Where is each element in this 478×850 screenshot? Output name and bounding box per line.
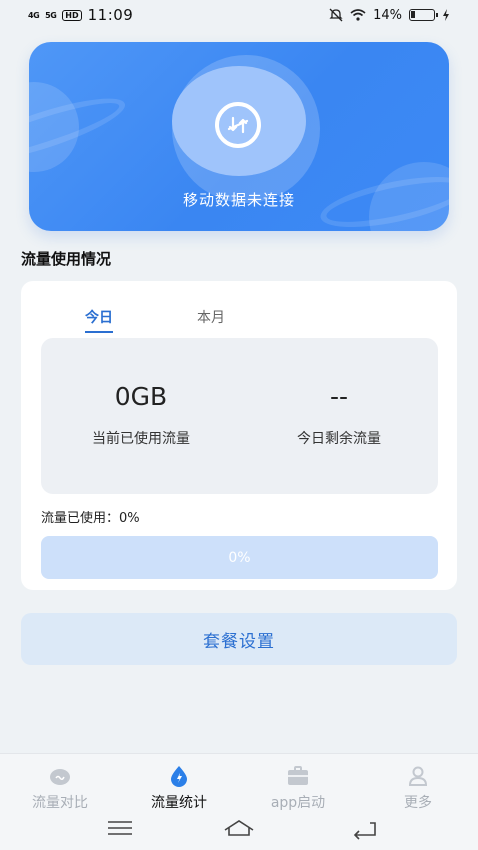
bottom-nav: 流量对比 流量统计 app启动 更多 [0,753,478,850]
remaining-label: 今日剩余流量 [297,431,381,447]
plan-settings-button[interactable]: 套餐设置 [21,613,457,665]
back-icon[interactable] [353,822,376,840]
nav-item-app-launch[interactable]: app启动 [248,764,348,812]
usage-card: 今日 本月 0GB 当前已使用流量 -- 今日剩余流量 流量已使用：0% 0% [21,281,457,590]
menu-icon[interactable] [108,821,132,835]
tab-month[interactable]: 本月 [197,307,225,327]
status-left: 4G 5G HD 11:09 [28,6,133,24]
section-title: 流量使用情况 [21,250,112,268]
system-navigation-bar [108,820,376,840]
connection-status-text: 移动数据未连接 [182,191,295,209]
used-value: 0GB [114,382,168,411]
nav-item-stats[interactable]: 流量统计 [129,764,229,812]
battery-icon [409,9,438,21]
status-right: 14% [329,8,450,23]
drop-icon [171,766,187,787]
connection-banner: 移动数据未连接 [29,42,449,231]
stats-box: 0GB 当前已使用流量 -- 今日剩余流量 [41,338,438,494]
remaining-value: -- [329,382,349,411]
usage-progress-bar: 0% [41,536,438,579]
clock: 11:09 [87,6,134,24]
cloud-icon [50,769,70,785]
nav-item-compare[interactable]: 流量对比 [10,764,110,812]
mute-icon [329,8,343,22]
battery-percent: 14% [373,7,402,23]
hd-badge: HD [62,9,82,21]
nav-label-more: 更多 [404,795,432,811]
wifi-icon [350,9,366,21]
usage-text: 流量已使用：0% [41,511,140,526]
charging-icon [443,9,449,21]
tab-today[interactable]: 今日 [85,307,113,333]
status-bar: 4G 5G HD 11:09 14% [0,0,478,30]
briefcase-icon [288,766,308,785]
nav-item-more[interactable]: 更多 [368,764,468,812]
used-label: 当前已使用流量 [92,431,190,447]
person-icon [408,766,428,786]
nav-label-stats: 流量统计 [151,795,207,811]
nav-label-app-launch: app启动 [270,795,326,811]
nav-label-compare: 流量对比 [32,795,88,811]
signal-4g: 4G [28,10,40,20]
data-disconnected-icon [215,102,261,148]
progress-label: 0% [228,549,251,566]
signal-5g: 5G [45,10,57,20]
home-icon[interactable] [224,820,254,836]
